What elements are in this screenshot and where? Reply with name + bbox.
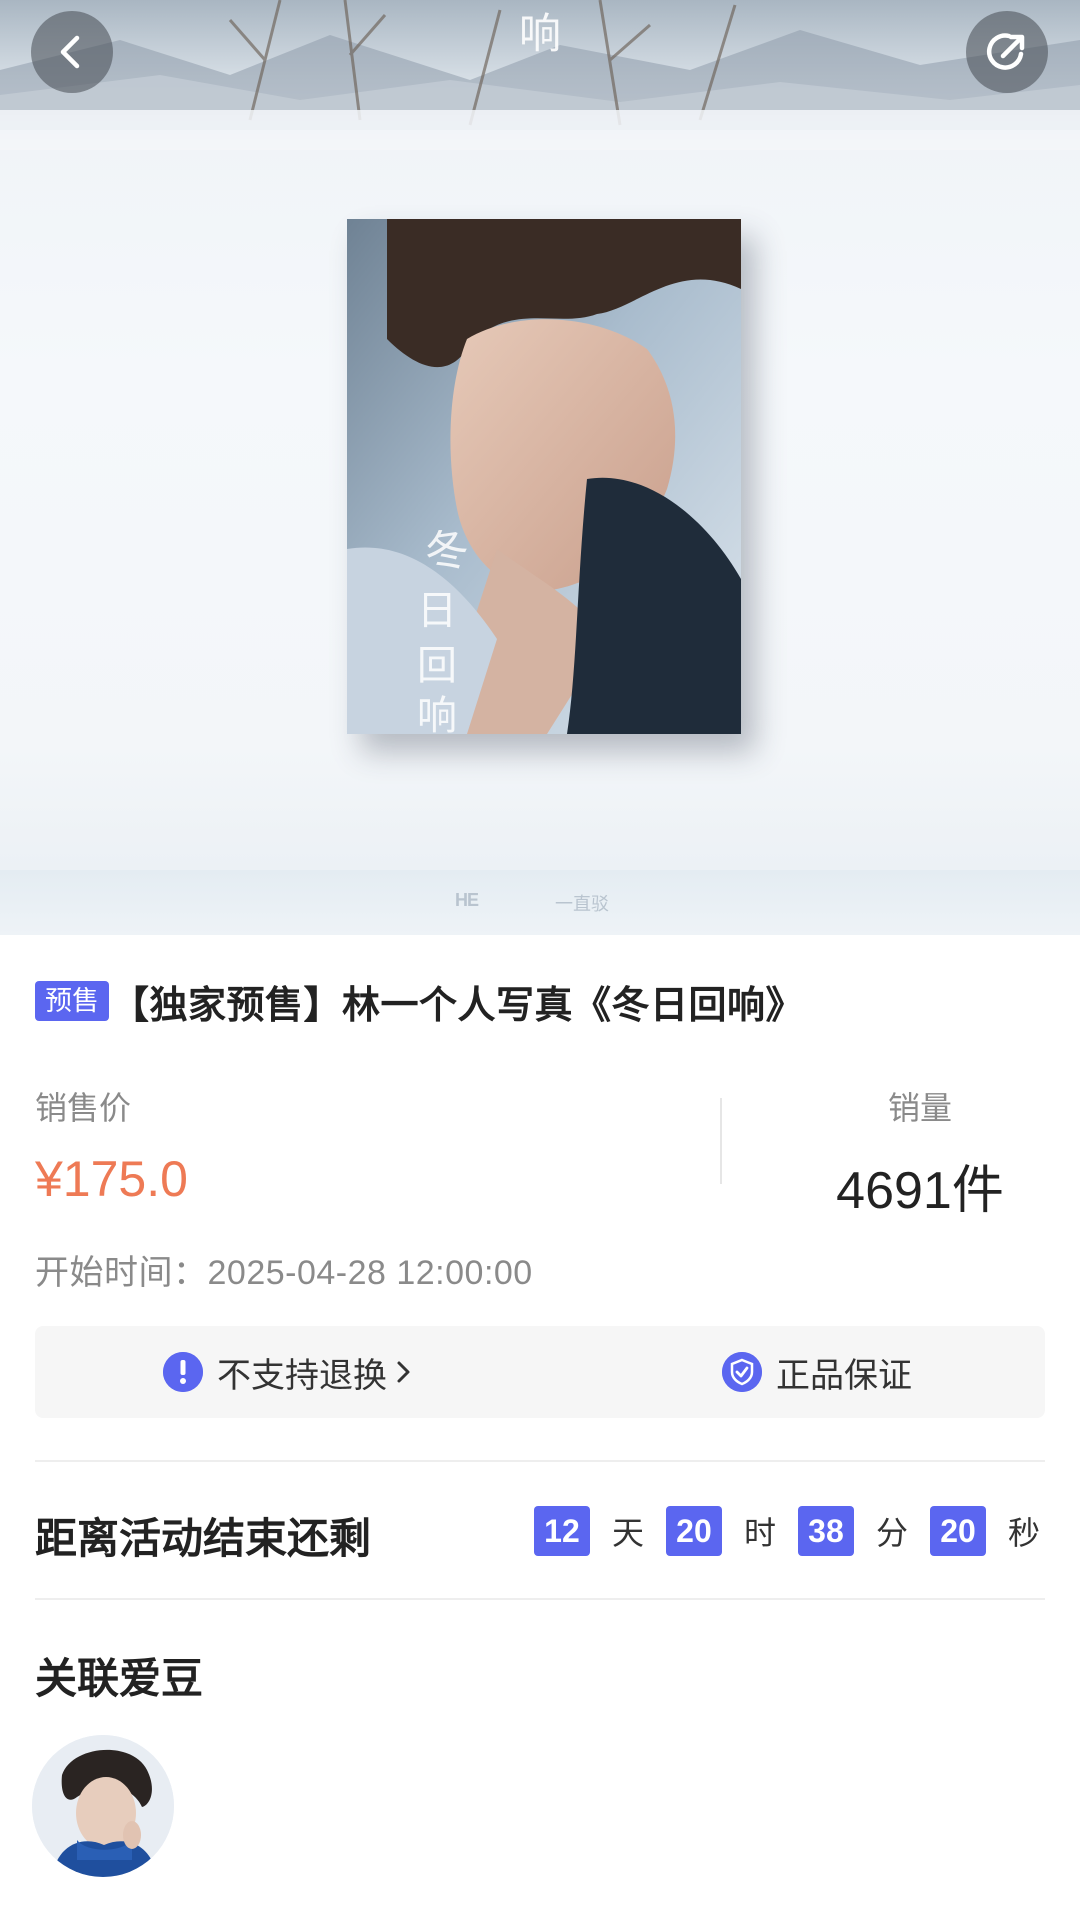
section-divider: [35, 1460, 1045, 1462]
price-label: 销售价: [35, 1090, 132, 1126]
idol-avatar-image: [32, 1735, 174, 1877]
snowy-forest-banner: 响: [0, 0, 1080, 150]
share-button[interactable]: [966, 11, 1048, 93]
no-return-label: 不支持退换: [217, 1356, 387, 1395]
countdown-minutes: 38: [797, 1506, 854, 1556]
related-idols-heading: 关联爱豆: [35, 1655, 204, 1702]
sales-value: 4691件: [836, 1162, 1004, 1220]
product-title: 【独家预售】林一个人写真《冬日回响》: [111, 984, 805, 1027]
price-value: ¥175.0: [35, 1151, 188, 1207]
hero-brand-strip: [0, 870, 1080, 935]
start-time: 开始时间：2025-04-28 12:00:00: [35, 1254, 533, 1292]
photobook-cover-art: 冬 日 回 响: [347, 219, 741, 734]
chevron-left-icon: [60, 35, 80, 69]
countdown-days: 12: [533, 1506, 590, 1556]
countdown-timer: 12 天 20 时 38 分 20 秒: [533, 1506, 1040, 1556]
countdown-label: 距离活动结束还剩: [35, 1515, 372, 1562]
chevron-right-icon: [397, 1361, 410, 1383]
presale-badge: 预售: [35, 981, 109, 1021]
countdown-seconds: 20: [929, 1506, 986, 1556]
svg-text:日: 日: [417, 588, 457, 634]
share-icon: [986, 33, 1025, 70]
svg-text:响: 响: [417, 693, 457, 734]
idol-avatar[interactable]: [32, 1735, 174, 1877]
product-title-row: 预售 【独家预售】林一个人写真《冬日回响》: [35, 976, 1045, 1027]
countdown-seconds-unit: 秒: [1007, 1515, 1040, 1551]
svg-text:回: 回: [417, 643, 457, 689]
section-divider: [35, 1598, 1045, 1600]
countdown-hours-unit: 时: [743, 1515, 776, 1551]
genuine-guarantee: 正品保证: [722, 1326, 912, 1418]
price-sales-divider: [720, 1098, 722, 1184]
no-return-policy[interactable]: 不支持退换: [163, 1326, 415, 1418]
back-button[interactable]: [31, 11, 113, 93]
photobook-cover: 冬 日 回 响: [347, 219, 741, 734]
sales-label: 销量: [887, 1090, 952, 1126]
brand-logo-yizhibo: 一直驳: [555, 894, 609, 914]
svg-text:冬: 冬: [421, 523, 472, 580]
shield-check-icon: [722, 1352, 762, 1392]
countdown-days-unit: 天: [611, 1515, 644, 1551]
brand-logo-he: HE: [455, 890, 479, 910]
countdown-minutes-unit: 分: [875, 1515, 908, 1551]
product-detail-page: 响 冬 日 回 响 HE 一直驳 预售 【独家预售】林一个人写真《冬日回响》 销…: [0, 0, 1080, 1920]
exclamation-icon: [163, 1352, 203, 1392]
product-hero-image[interactable]: 响 冬 日 回 响 HE 一直驳: [0, 0, 1080, 935]
genuine-label: 正品保证: [776, 1356, 912, 1395]
countdown-hours: 20: [665, 1506, 722, 1556]
service-guarantee-box: 不支持退换 正品保证: [35, 1326, 1045, 1418]
svg-text:响: 响: [519, 9, 561, 58]
